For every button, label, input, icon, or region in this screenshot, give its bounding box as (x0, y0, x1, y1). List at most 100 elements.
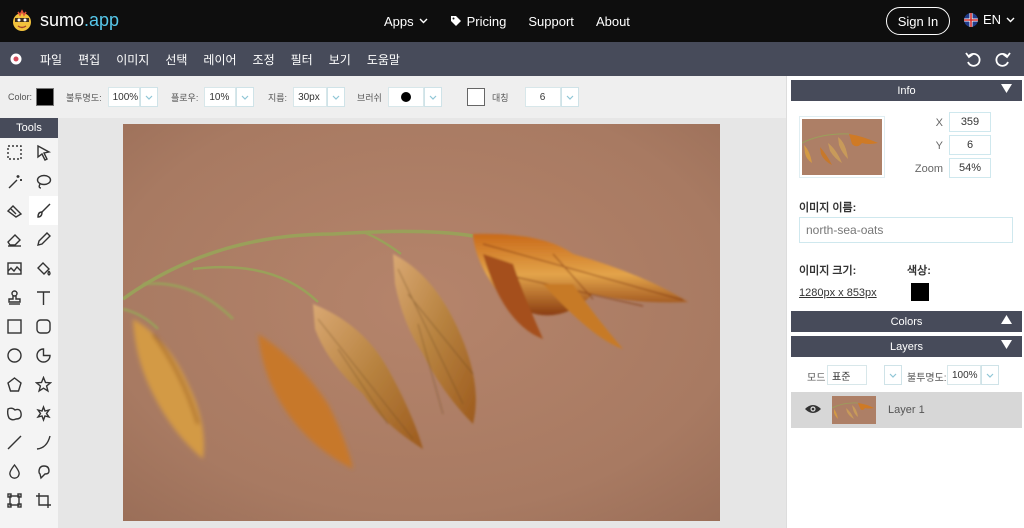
menu-layer[interactable]: 레이어 (203, 51, 236, 68)
expand-triangle-icon (1001, 315, 1012, 324)
symmetry-dropdown[interactable] (560, 87, 579, 107)
pencil-icon (37, 232, 51, 246)
uk-flag-icon (964, 12, 978, 27)
sign-in-button[interactable]: Sign In (886, 7, 950, 35)
navigator-thumbnail[interactable] (799, 116, 885, 178)
color-swatch[interactable] (36, 88, 55, 106)
canvas-workspace[interactable] (58, 118, 786, 528)
flow-dropdown[interactable] (236, 87, 255, 107)
tool-magic-wand[interactable] (0, 167, 29, 196)
nav-support[interactable]: Support (528, 14, 574, 29)
layer-thumbnail (832, 396, 876, 424)
nav-pricing[interactable]: Pricing (450, 14, 506, 29)
top-navigation: sumo.app Apps Pricing Support About Sign… (0, 0, 1024, 42)
layer-opacity-value[interactable]: 100% (947, 365, 981, 385)
zoom-value[interactable]: 54% (949, 158, 991, 178)
editor-menubar: 파일 편집 이미지 선택 레이어 조정 필터 보기 도움말 (0, 42, 1024, 76)
tool-drop[interactable] (0, 457, 29, 486)
symmetry-checkbox[interactable] (467, 88, 485, 106)
language-selector[interactable]: EN (964, 12, 1015, 27)
diameter-dropdown[interactable] (327, 87, 346, 107)
tool-smudge[interactable] (29, 457, 58, 486)
tool-gradient[interactable] (0, 254, 29, 283)
menu-select[interactable]: 선택 (165, 51, 187, 68)
menu-edit[interactable]: 편집 (78, 51, 100, 68)
menu-file[interactable]: 파일 (40, 51, 62, 68)
layer-opacity-label: 불투명도: (907, 373, 947, 384)
tool-crop[interactable] (29, 486, 58, 515)
tool-circle[interactable] (0, 341, 29, 370)
tool-heal[interactable] (0, 196, 29, 225)
color-section-label: 색상: (907, 265, 931, 277)
info-title: Info (897, 84, 916, 97)
tool-rectangle[interactable] (0, 312, 29, 341)
rectangle-icon (7, 319, 22, 334)
brush-dropdown[interactable] (423, 87, 442, 107)
tool-pencil[interactable] (29, 225, 58, 254)
sumo-mascot-icon (13, 9, 31, 31)
gradient-icon (7, 262, 22, 275)
tool-fill-bucket[interactable] (29, 254, 58, 283)
opacity-dropdown[interactable] (139, 87, 158, 107)
tool-line[interactable] (0, 428, 29, 457)
blend-mode-label: 모드 (807, 373, 826, 384)
tool-rect-select[interactable] (0, 138, 29, 167)
tool-blob-shape[interactable] (0, 399, 29, 428)
pointer-icon (37, 144, 52, 161)
brush-preview[interactable] (387, 87, 424, 107)
flow-value[interactable]: 10% (204, 87, 237, 107)
layers-panel-header[interactable]: Layers (791, 336, 1022, 357)
opacity-value[interactable]: 100% (107, 87, 140, 107)
undo-icon[interactable] (964, 50, 982, 68)
tool-pie-shape[interactable] (29, 341, 58, 370)
diameter-value[interactable]: 30px (293, 87, 328, 107)
blend-mode-value[interactable]: 표준 (827, 365, 867, 385)
color-label: Color: (8, 92, 33, 102)
app-badge-icon[interactable] (10, 53, 22, 65)
image-color-swatch[interactable] (911, 283, 929, 301)
canvas-image[interactable] (123, 124, 720, 521)
rect-select-icon (7, 145, 22, 160)
tools-panel: Tools (0, 118, 58, 528)
burst-icon (36, 405, 51, 422)
tool-stamp[interactable] (0, 283, 29, 312)
menu-view[interactable]: 보기 (329, 51, 351, 68)
nav-about[interactable]: About (596, 14, 630, 29)
image-size-link[interactable]: 1280px x 853px (799, 287, 877, 299)
diameter-option: 지름: 30px (268, 87, 346, 107)
tool-burst[interactable] (29, 399, 58, 428)
tool-curve[interactable] (29, 428, 58, 457)
logo[interactable]: sumo.app (10, 7, 119, 33)
menu-help[interactable]: 도움말 (367, 51, 400, 68)
blend-mode-dropdown[interactable] (884, 365, 902, 385)
menu-adjust[interactable]: 조정 (253, 51, 275, 68)
menu-image[interactable]: 이미지 (116, 51, 149, 68)
layer-row[interactable]: Layer 1 (791, 392, 1022, 428)
eye-icon[interactable] (804, 403, 822, 415)
nav-apps[interactable]: Apps (384, 14, 428, 29)
tool-text[interactable] (29, 283, 58, 312)
info-panel-header[interactable]: Info (791, 80, 1022, 101)
pie-shape-icon (36, 348, 51, 363)
tool-pentagon[interactable] (0, 370, 29, 399)
layer-name: Layer 1 (888, 404, 925, 416)
image-name-input[interactable]: north-sea-oats (799, 217, 1013, 243)
colors-panel-header[interactable]: Colors (791, 311, 1022, 332)
menu-filter[interactable]: 필터 (291, 51, 313, 68)
tool-rounded-rect[interactable] (29, 312, 58, 341)
tool-eraser[interactable] (0, 225, 29, 254)
line-icon (7, 435, 22, 450)
layer-opacity-dropdown[interactable] (981, 365, 999, 385)
brand-name: sumo.app (40, 9, 120, 30)
tool-star[interactable] (29, 370, 58, 399)
tool-pointer[interactable] (29, 138, 58, 167)
symmetry-value[interactable]: 6 (524, 87, 561, 107)
tool-transform[interactable] (0, 486, 29, 515)
zoom-label: Zoom (914, 163, 943, 175)
tool-brush[interactable] (29, 196, 58, 225)
tool-lasso[interactable] (29, 167, 58, 196)
redo-icon[interactable] (994, 50, 1012, 68)
brush-icon (37, 203, 51, 218)
chevron-down-icon (566, 95, 573, 100)
chevron-down-icon (145, 95, 153, 100)
